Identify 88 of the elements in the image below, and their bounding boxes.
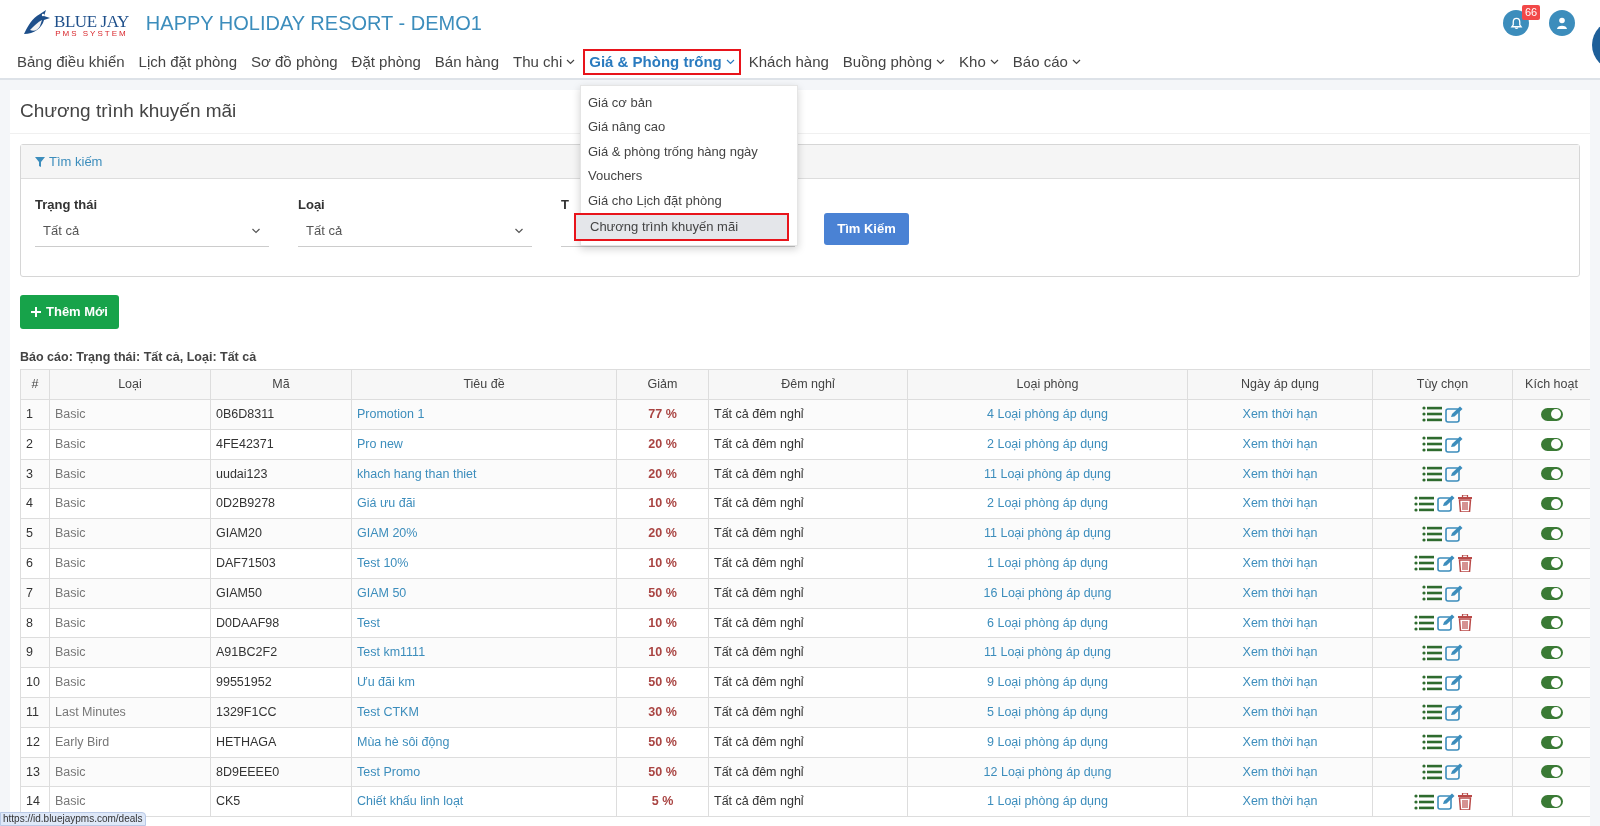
table-cell: Tất cả đêm nghỉ: [708, 667, 908, 698]
column-header: Ngày áp dụng: [1187, 369, 1373, 400]
column-header: Đêm nghỉ: [708, 369, 908, 400]
table-cell: Basic: [49, 399, 211, 430]
table-cell: Basic: [49, 429, 211, 460]
report-summary: Báo cáo: Trạng thái: Tất cả, Loại: Tất cả: [20, 350, 257, 364]
table-cell: Basic: [49, 488, 211, 519]
table-cell: Early Bird: [49, 727, 211, 758]
table-cell: D0DAAF98: [210, 608, 352, 638]
table-cell: 12: [20, 727, 50, 758]
table-cell: 0B6D8311: [210, 399, 352, 430]
table-cell: 30 %: [616, 697, 709, 728]
table-cell: Last Minutes: [49, 697, 211, 728]
table-cell: 10 %: [616, 608, 709, 638]
column-header: Tiêu đề: [351, 369, 617, 400]
table-cell: 3: [20, 459, 50, 489]
table-cell: 4: [20, 488, 50, 519]
table-cell: 2: [20, 429, 50, 460]
column-header: Tùy chọn: [1372, 369, 1513, 400]
table-cell: 4FE42371: [210, 429, 352, 460]
table-cell: Tất cả đêm nghỉ: [708, 727, 908, 758]
column-header: Kích hoạt: [1512, 369, 1590, 400]
table-cell: 10 %: [616, 637, 709, 668]
notification-count: 66: [1522, 5, 1541, 20]
logo-subtext: PMS SYSTEM: [55, 30, 128, 38]
table-cell: HETHAGA: [210, 727, 352, 758]
column-header: #: [20, 369, 50, 400]
table-cell: 99551952: [210, 667, 352, 698]
table-cell: 20 %: [616, 518, 709, 549]
table-cell: 1: [20, 399, 50, 430]
table-cell: 50 %: [616, 757, 709, 787]
table-cell: DAF71503: [210, 548, 352, 579]
table-cell: 7: [20, 578, 50, 609]
table-cell: A91BC2F2: [210, 637, 352, 668]
table-cell: Basic: [49, 548, 211, 579]
table-cell: 0D2B9278: [210, 488, 352, 519]
table-cell: 50 %: [616, 727, 709, 758]
table-cell: 5: [20, 518, 50, 549]
panel-title: Tìm kiếm: [49, 152, 103, 171]
page-title: Chương trình khuyến mãi: [20, 99, 237, 124]
table-cell: 13: [20, 757, 50, 787]
field-label: T: [561, 196, 569, 214]
table-cell: Basic: [49, 757, 211, 787]
table-cell: 6: [20, 548, 50, 579]
table-cell: 20 %: [616, 459, 709, 489]
table-cell: Tất cả đêm nghỉ: [708, 399, 908, 430]
table-cell: 10: [20, 667, 50, 698]
table-cell: uudai123: [210, 459, 352, 489]
table-cell: Tất cả đêm nghỉ: [708, 786, 908, 817]
table-cell: CK5: [210, 786, 352, 817]
table-cell: 9: [20, 637, 50, 668]
table-cell: 8: [20, 608, 50, 638]
table-cell: 10 %: [616, 548, 709, 579]
table-cell: Basic: [49, 459, 211, 489]
table-cell: Tất cả đêm nghỉ: [708, 757, 908, 787]
table-cell: 10 %: [616, 488, 709, 519]
table-cell: 77 %: [616, 399, 709, 430]
table-cell: 1329F1CC: [210, 697, 352, 728]
field-label: Trạng thái: [35, 196, 98, 214]
table-cell: 50 %: [616, 578, 709, 609]
table-cell: Tất cả đêm nghỉ: [708, 548, 908, 579]
table-cell: Basic: [49, 518, 211, 549]
table-cell: Tất cả đêm nghỉ: [708, 459, 908, 489]
column-header: Giảm: [616, 369, 709, 400]
table-cell: Tất cả đêm nghỉ: [708, 637, 908, 668]
table-cell: Tất cả đêm nghỉ: [708, 578, 908, 609]
table-cell: Basic: [49, 637, 211, 668]
column-header: Loại: [49, 369, 211, 400]
hotel-title: HAPPY HOLIDAY RESORT - DEMO1: [145, 11, 482, 36]
table-cell: Tất cả đêm nghỉ: [708, 608, 908, 638]
table-cell: 50 %: [616, 667, 709, 698]
table-cell: GIAM20: [210, 518, 352, 549]
table-cell: 5 %: [616, 786, 709, 817]
table-cell: Tất cả đêm nghỉ: [708, 697, 908, 728]
table-cell: Tất cả đêm nghỉ: [708, 488, 908, 519]
table-cell: GIAM50: [210, 578, 352, 609]
table-cell: Basic: [49, 578, 211, 609]
table-cell: 20 %: [616, 429, 709, 460]
table-cell: Tất cả đêm nghỉ: [708, 429, 908, 460]
table-cell: Tất cả đêm nghỉ: [708, 518, 908, 549]
field-label: Loại: [298, 196, 325, 214]
table-cell: Basic: [49, 667, 211, 698]
logo-text: BLUE JAY: [54, 13, 129, 30]
table-cell: Basic: [49, 608, 211, 638]
column-header: Loại phòng: [907, 369, 1188, 400]
table-cell: 11: [20, 697, 50, 728]
column-header: Mã: [210, 369, 352, 400]
table-cell: 8D9EEEE0: [210, 757, 352, 787]
